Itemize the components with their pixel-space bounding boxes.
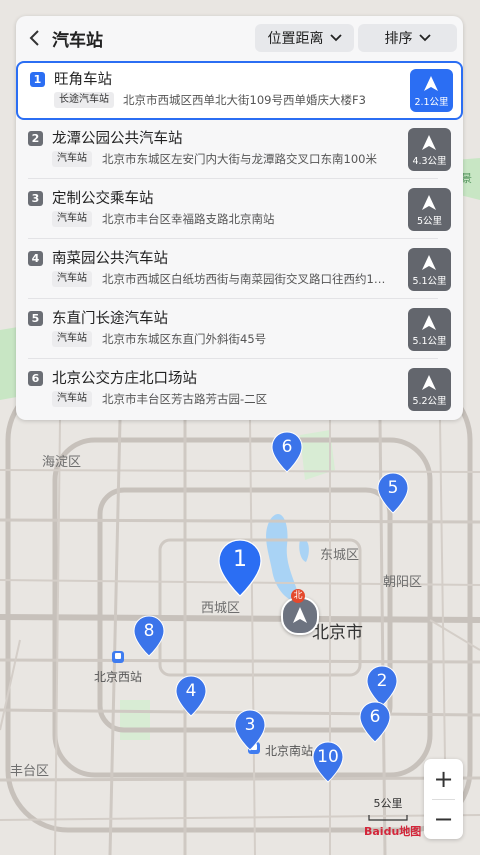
result-index-badge: 2 [28, 131, 43, 146]
distance-filter-label: 位置距离 [267, 31, 324, 47]
divider [28, 358, 438, 359]
map-label-xicheng: 西城区 [201, 601, 241, 616]
map-label-beijing-west: 北京西站 [94, 670, 143, 684]
result-type-tag: 汽车站 [52, 211, 92, 227]
map-label-beijing-south: 北京南站 [265, 744, 314, 758]
result-address: 北京市西城区西单北大街109号西单婚庆大楼F3 [123, 93, 366, 107]
result-type-tag: 长途汽车站 [54, 92, 114, 108]
navigation-arrow-icon [424, 76, 438, 91]
distance-label: 5公里 [416, 216, 443, 227]
result-item-4[interactable]: 4 南菜园公共汽车站 汽车站 北京市西城区白纸坊西街与南菜园街交叉路口往西约11… [16, 240, 463, 299]
result-index-badge: 1 [30, 72, 45, 87]
distance-label: 2.1公里 [414, 97, 449, 108]
results-panel: 汽车站 位置距离 排序 1 旺角车站 长途汽车站 北京市西城区西单北大街109号… [16, 16, 463, 420]
chevron-down-icon [329, 34, 342, 42]
distance-filter-dropdown[interactable]: 位置距离 [255, 24, 354, 52]
result-item-5[interactable]: 5 东直门长途汽车站 汽车站 北京市东城区东直门外斜街45号 5.1公里 [16, 300, 463, 359]
chevron-down-icon [418, 34, 431, 42]
map-pin-label: 5 [387, 478, 399, 498]
result-name: 龙潭公园公共汽车站 [52, 131, 183, 147]
result-address: 北京市东城区东直门外斜街45号 [102, 332, 267, 346]
result-item-2[interactable]: 2 龙潭公园公共汽车站 汽车站 北京市东城区左安门内大街与龙潭路交叉口东南100… [16, 120, 463, 179]
navigate-button[interactable]: 5.1公里 [408, 308, 451, 351]
navigation-arrow-icon [422, 135, 436, 150]
result-item-6[interactable]: 6 北京公交方庄北口场站 汽车站 北京市丰台区芳古路芳古园-二区 5.2公里 [16, 360, 463, 419]
map-pin-label: 1 [233, 547, 247, 572]
result-type-tag: 汽车站 [52, 391, 92, 407]
map-pin-1-selected[interactable]: 1 [218, 539, 262, 597]
zoom-in-button[interactable]: + [424, 759, 463, 799]
divider [28, 298, 438, 299]
result-index-badge: 3 [28, 191, 43, 206]
result-address: 北京市丰台区幸福路支路北京南站 [102, 212, 275, 226]
train-station-icon [112, 651, 124, 663]
map-pin-label: 2 [376, 671, 388, 691]
map-pin-8[interactable]: 8 [133, 615, 165, 657]
navigate-button[interactable]: 4.3公里 [408, 128, 451, 171]
result-name: 旺角车站 [54, 72, 112, 88]
navigation-arrow-icon [422, 315, 436, 330]
navigation-arrow-icon [422, 195, 436, 210]
logo-text: Baidu地图 [364, 825, 422, 838]
map-pin-4[interactable]: 4 [175, 675, 207, 717]
distance-label: 5.1公里 [412, 276, 447, 287]
page-title: 汽车站 [52, 31, 103, 51]
distance-label: 5.1公里 [412, 336, 447, 347]
navigation-arrow-icon [422, 375, 436, 390]
navigation-arrow-icon [422, 255, 436, 270]
map-pin-label: 10 [317, 747, 339, 767]
map-pin-7[interactable]: 6 [271, 431, 303, 473]
map-pin-label: 4 [185, 681, 197, 701]
result-item-1[interactable]: 1 旺角车站 长途汽车站 北京市西城区西单北大街109号西单婚庆大楼F3 2.1… [16, 61, 463, 120]
back-arrow-icon[interactable] [26, 28, 44, 48]
distance-label: 5.2公里 [412, 396, 447, 407]
compass-north-icon: 北 [291, 589, 305, 603]
baidu-map-logo: Baidu地图 [364, 823, 421, 839]
map-label-beijing: 北京市 [312, 623, 363, 643]
panel-header: 汽车站 位置距离 排序 [16, 16, 463, 60]
result-name: 北京公交方庄北口场站 [52, 371, 197, 387]
map-label-dongcheng: 东城区 [320, 548, 360, 563]
map-pin-label: 6 [281, 437, 293, 457]
result-item-3[interactable]: 3 定制公交乘车站 汽车站 北京市丰台区幸福路支路北京南站 5公里 [16, 180, 463, 239]
sort-label: 排序 [384, 31, 413, 47]
map-pin-5[interactable]: 5 [377, 472, 409, 514]
divider [28, 178, 438, 179]
navigate-button[interactable]: 5公里 [408, 188, 451, 231]
result-address: 北京市西城区白纸坊西街与南菜园街交叉路口往西约11... [102, 272, 392, 286]
map-scale-bar [368, 815, 408, 821]
result-type-tag: 汽车站 [52, 331, 92, 347]
result-address: 北京市东城区左安门内大街与龙潭路交叉口东南100米 [102, 152, 377, 166]
map-scale-label: 5公里 [373, 797, 403, 810]
zoom-controls: + − [424, 759, 463, 839]
result-type-tag: 汽车站 [52, 151, 92, 167]
distance-label: 4.3公里 [412, 156, 447, 167]
result-index-badge: 4 [28, 251, 43, 266]
navigate-button[interactable]: 5.1公里 [408, 248, 451, 291]
map-pin-label: 6 [369, 707, 381, 727]
map-pin-10[interactable]: 10 [312, 741, 344, 783]
result-address: 北京市丰台区芳古路芳古园-二区 [102, 392, 268, 406]
result-name: 定制公交乘车站 [52, 191, 154, 207]
map-pin-label: 8 [143, 621, 155, 641]
map-scale: 5公里 [368, 795, 408, 824]
result-type-tag: 汽车站 [52, 271, 92, 287]
result-name: 南菜园公共汽车站 [52, 251, 168, 267]
map-label-haidian: 海淀区 [42, 455, 82, 470]
result-name: 东直门长途汽车站 [52, 311, 168, 327]
result-index-badge: 6 [28, 371, 43, 386]
map-pin-6[interactable]: 6 [359, 701, 391, 743]
navigate-button[interactable]: 2.1公里 [410, 69, 453, 112]
map-label-fengtai: 丰台区 [10, 764, 50, 779]
navigate-button[interactable]: 5.2公里 [408, 368, 451, 411]
map-label-chaoyang: 朝阳区 [383, 575, 423, 590]
map-pin-label: 3 [244, 715, 256, 735]
result-index-badge: 5 [28, 311, 43, 326]
map-pin-3[interactable]: 3 [234, 709, 266, 751]
sort-dropdown[interactable]: 排序 [358, 24, 457, 52]
divider [28, 238, 438, 239]
zoom-out-button[interactable]: − [424, 799, 463, 839]
